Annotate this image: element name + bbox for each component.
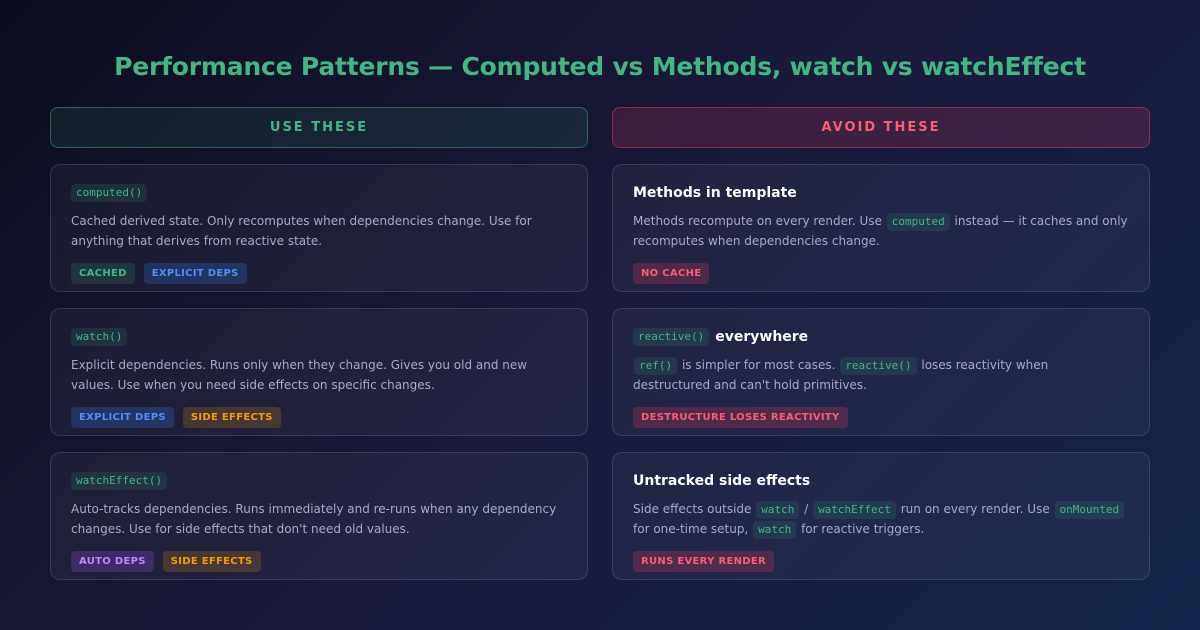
inline-code: ref() (634, 357, 678, 375)
card-description: Auto-tracks dependencies. Runs immediate… (71, 502, 557, 536)
badge-side-effects: SIDE EFFECTS (162, 551, 261, 572)
card-description: ref() is simpler for most cases. reactiv… (633, 357, 1049, 392)
avoid-these-header: AVOID THESE (612, 107, 1150, 148)
badge-auto-deps: AUTO DEPS (71, 551, 154, 572)
use-these-column: USE THESE computed() Cached derived stat… (50, 107, 588, 580)
badge-cached: CACHED (71, 263, 135, 284)
inline-code: watch (756, 501, 800, 519)
card-code-title: watch() (71, 328, 128, 346)
use-these-header: USE THESE (50, 107, 588, 148)
card-description: Side effects outside watch / watchEffect… (633, 499, 1129, 539)
card-watcheffect: watchEffect() Auto-tracks dependencies. … (50, 452, 588, 580)
badge-runs-every-render: RUNS EVERY RENDER (633, 551, 774, 572)
card-methods-in-template: Methods in template Methods recompute on… (612, 164, 1150, 292)
inline-code: computed (886, 213, 950, 231)
card-description: Explicit dependencies. Runs only when th… (71, 358, 528, 392)
badge-destructure-loses-reactivity: DESTRUCTURE LOSES REACTIVITY (633, 407, 848, 428)
badge-side-effects: SIDE EFFECTS (182, 407, 281, 428)
card-title: Methods in template (633, 185, 797, 201)
card-code-title: computed() (71, 184, 148, 202)
card-code-title: watchEffect() (71, 472, 168, 490)
page-title: Performance Patterns — Computed vs Metho… (114, 52, 1086, 81)
inline-code: reactive() (840, 357, 917, 375)
card-reactive-everywhere: reactive() everywhere ref() is simpler f… (612, 308, 1150, 436)
card-untracked-side-effects: Untracked side effects Side effects outs… (612, 452, 1150, 580)
card-computed: computed() Cached derived state. Only re… (50, 164, 588, 292)
card-description: Methods recompute on every render. Use c… (633, 213, 1128, 248)
badge-no-cache: NO CACHE (633, 263, 710, 284)
inline-code: onMounted (1054, 501, 1125, 519)
inline-code: watch (753, 521, 797, 539)
card-watch: watch() Explicit dependencies. Runs only… (50, 308, 588, 436)
card-title-code: reactive() (633, 328, 710, 346)
inline-code: watchEffect (813, 501, 896, 519)
badge-explicit-deps: EXPLICIT DEPS (71, 407, 174, 428)
avoid-these-column: AVOID THESE Methods in template Methods … (612, 107, 1150, 580)
card-title: everywhere (715, 329, 809, 345)
badge-explicit-deps: EXPLICIT DEPS (143, 263, 247, 284)
card-title: Untracked side effects (633, 473, 811, 489)
card-description: Cached derived state. Only recomputes wh… (71, 214, 532, 248)
